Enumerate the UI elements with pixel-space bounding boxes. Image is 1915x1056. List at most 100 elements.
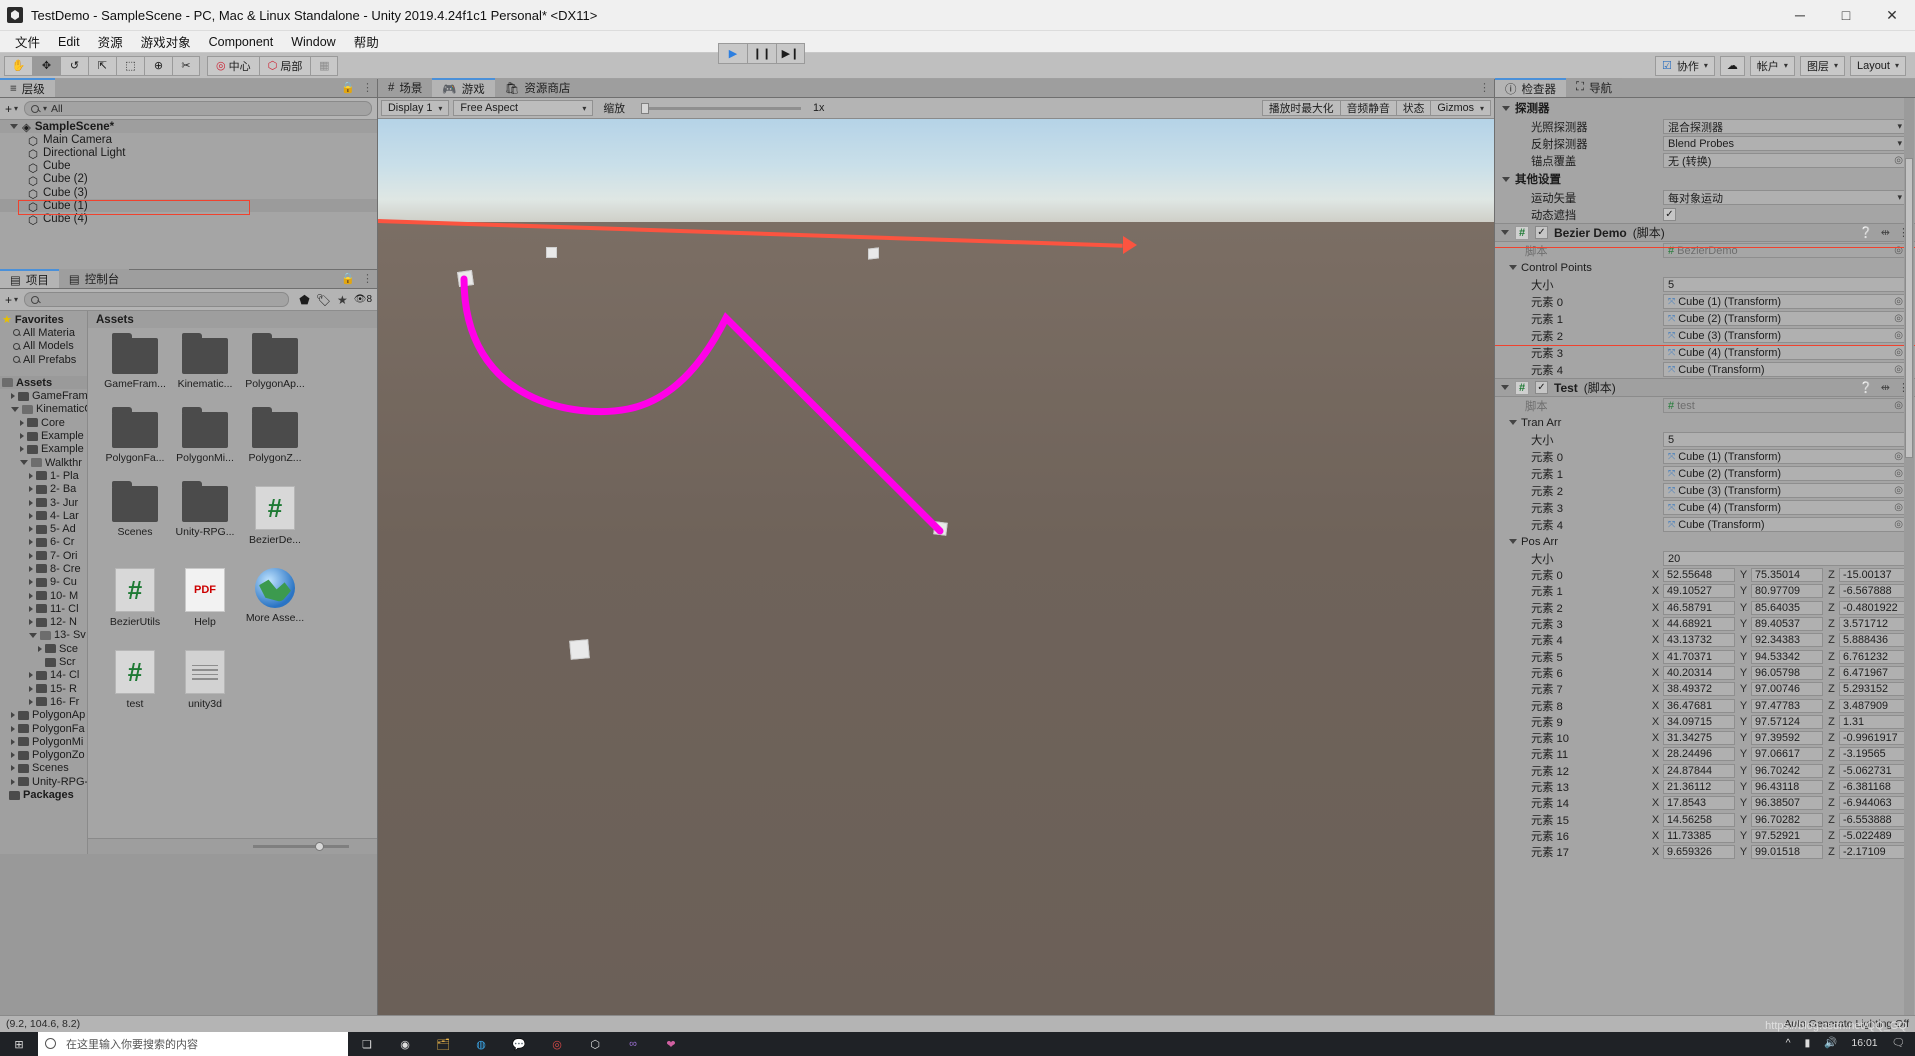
tab-project[interactable]: ▤ 项目 — [0, 269, 59, 288]
filter-type-icon[interactable]: ⬟ — [299, 293, 309, 307]
chevron-right-icon[interactable] — [29, 486, 33, 493]
hierarchy-item-directional-light[interactable]: ⬡ Directional Light — [0, 146, 377, 162]
gizmos-dropdown[interactable]: Gizmos ▾ — [1430, 100, 1491, 116]
array-header-tran-arr[interactable]: Tran Arr — [1495, 414, 1915, 431]
pos-z-input[interactable]: 6.761232 — [1839, 649, 1911, 664]
cortana-icon[interactable]: ◉ — [386, 1032, 424, 1056]
pos-z-input[interactable]: -6.567888 — [1839, 584, 1911, 599]
move-tool-icon[interactable]: ✥ — [32, 55, 60, 76]
project-tree-item[interactable]: PolygonMi — [0, 735, 87, 748]
pos-y-input[interactable]: 97.47783 — [1751, 698, 1823, 713]
chevron-down-icon[interactable] — [20, 460, 28, 466]
chevron-down-icon[interactable] — [1509, 420, 1517, 425]
chevron-right-icon[interactable] — [29, 499, 33, 506]
project-tree-item[interactable]: Scr — [0, 655, 87, 668]
pos-y-input[interactable]: 96.70242 — [1751, 763, 1823, 778]
pos-y-input[interactable]: 89.40537 — [1751, 617, 1823, 632]
project-tree-item[interactable]: 8- Cre — [0, 562, 87, 575]
project-tree-item[interactable]: Packages — [0, 788, 87, 801]
pos-x-input[interactable]: 52.55648 — [1663, 568, 1735, 583]
wechat-icon[interactable]: 💬 — [500, 1032, 538, 1056]
chevron-down-icon[interactable] — [1501, 385, 1509, 390]
pos-y-input[interactable]: 80.97709 — [1751, 584, 1823, 599]
pos-y-input[interactable]: 97.57124 — [1751, 714, 1823, 729]
space-toggle[interactable]: ⬡ 局部 — [258, 55, 311, 76]
pos-x-input[interactable]: 41.70371 — [1663, 649, 1735, 664]
more-menu-icon[interactable]: ⋮ — [362, 272, 373, 285]
browser-icon[interactable]: ◍ — [462, 1032, 500, 1056]
pos-y-input[interactable]: 96.70282 — [1751, 812, 1823, 827]
add-object-button[interactable]: + ▾ — [5, 102, 18, 116]
control-point-object-field[interactable]: ⤧ Cube (Transform) — [1663, 362, 1907, 377]
chevron-right-icon[interactable] — [29, 565, 33, 572]
hierarchy-item-cube-1[interactable]: ⬡ Cube (1) — [0, 199, 377, 214]
project-tree-item[interactable]: PolygonZo — [0, 749, 87, 762]
pos-z-input[interactable]: -6.381168 — [1839, 780, 1911, 794]
project-tree-item[interactable]: Assets — [0, 376, 87, 390]
chevron-down-icon[interactable] — [1501, 230, 1509, 235]
tran-arr-size-input[interactable]: 5 — [1663, 432, 1907, 447]
project-favorite-all-materials[interactable]: All Materia — [0, 326, 87, 339]
pos-x-input[interactable]: 43.13732 — [1663, 633, 1735, 648]
chevron-right-icon[interactable] — [29, 579, 33, 586]
project-tree-item[interactable]: Walkthr — [0, 456, 87, 469]
pos-y-input[interactable]: 96.38507 — [1751, 796, 1823, 811]
reflection-probes-dropdown[interactable]: Blend Probes — [1663, 136, 1907, 151]
pos-y-input[interactable]: 99.01518 — [1751, 845, 1823, 860]
project-tree-item[interactable]: 7- Ori — [0, 549, 87, 562]
lock-icon[interactable]: 🔒 — [341, 272, 355, 285]
tab-navigation[interactable]: ⛶ 导航 — [1566, 78, 1623, 97]
asset-item[interactable]: # BezierDe... — [240, 486, 310, 546]
asset-item[interactable]: Scenes — [100, 481, 170, 546]
unity-taskbar-icon[interactable]: ⬡ — [576, 1032, 614, 1056]
filter-label-icon[interactable]: 🏷 — [316, 293, 331, 307]
section-header-other-settings[interactable]: 其他设置 — [1495, 169, 1915, 189]
pos-x-input[interactable]: 9.659326 — [1663, 845, 1735, 860]
pos-y-input[interactable]: 96.43118 — [1751, 780, 1823, 794]
project-tree-item[interactable]: PolygonAp — [0, 709, 87, 722]
tab-asset-store[interactable]: 🛍 资源商店 — [494, 78, 581, 97]
taskbar-search-input[interactable]: 在这里输入你要搜索的内容 — [38, 1032, 348, 1056]
stats-toggle[interactable]: 状态 — [1395, 100, 1431, 116]
asset-item[interactable]: PolygonZ... — [240, 407, 310, 464]
app-icon[interactable]: ❤ — [652, 1032, 690, 1056]
project-tree-item[interactable]: Core — [0, 416, 87, 429]
asset-item[interactable]: GameFram... — [100, 333, 170, 390]
pos-y-input[interactable]: 85.64035 — [1751, 600, 1823, 615]
chevron-right-icon[interactable] — [11, 725, 15, 732]
project-tree-item[interactable]: Example — [0, 443, 87, 456]
tray-volume-icon[interactable]: 🔊 — [1824, 1038, 1837, 1049]
layout-button[interactable]: Layout ▾ — [1849, 55, 1906, 76]
preset-icon[interactable]: ⇹ — [1881, 381, 1890, 394]
chevron-right-icon[interactable] — [29, 539, 33, 546]
grid-snap-icon[interactable]: ▦ — [310, 55, 339, 76]
hierarchy-tree[interactable]: ◈ SampleScene* ⬡ Main Camera ⬡ Direction… — [0, 120, 377, 269]
pos-z-input[interactable]: 5.888436 — [1839, 633, 1911, 648]
array-header-control-points[interactable]: Control Points — [1495, 259, 1915, 276]
hierarchy-item-cube-4[interactable]: ⬡ Cube (4) — [0, 212, 377, 228]
transform-tool-icon[interactable]: ⊕ — [144, 55, 172, 76]
tray-network-icon[interactable]: ▮ — [1805, 1038, 1811, 1049]
chevron-right-icon[interactable] — [20, 446, 24, 453]
project-tree-item[interactable]: 16- Fr — [0, 695, 87, 708]
light-probes-dropdown[interactable]: 混合探测器 — [1663, 119, 1907, 134]
account-button[interactable]: 帐户 ▾ — [1749, 55, 1795, 76]
pos-y-input[interactable]: 97.06617 — [1751, 747, 1823, 762]
pos-z-input[interactable]: -5.022489 — [1839, 828, 1911, 843]
asset-item[interactable]: PolygonFa... — [100, 407, 170, 464]
control-points-size-input[interactable]: 5 — [1663, 277, 1907, 292]
close-button[interactable]: ✕ — [1869, 0, 1915, 31]
asset-item[interactable]: unity3d — [170, 650, 240, 710]
project-tree-item[interactable]: Sce — [0, 642, 87, 655]
cloud-button[interactable]: ☁ — [1719, 55, 1745, 76]
hierarchy-item-cube[interactable]: ⬡ Cube — [0, 160, 377, 175]
project-tree-item[interactable]: 5- Ad — [0, 522, 87, 535]
chevron-right-icon[interactable] — [20, 433, 24, 440]
pos-arr-size-input[interactable]: 20 — [1663, 551, 1907, 566]
pos-y-input[interactable]: 97.39592 — [1751, 731, 1823, 746]
project-tree-item[interactable]: 11- Cl — [0, 602, 87, 615]
asset-item[interactable]: PDF Help — [170, 568, 240, 628]
pos-z-input[interactable]: -6.553888 — [1839, 812, 1911, 827]
menu-item-gameobject[interactable]: 游戏对象 — [132, 30, 200, 53]
project-tree-item[interactable]: 3- Jur — [0, 496, 87, 509]
